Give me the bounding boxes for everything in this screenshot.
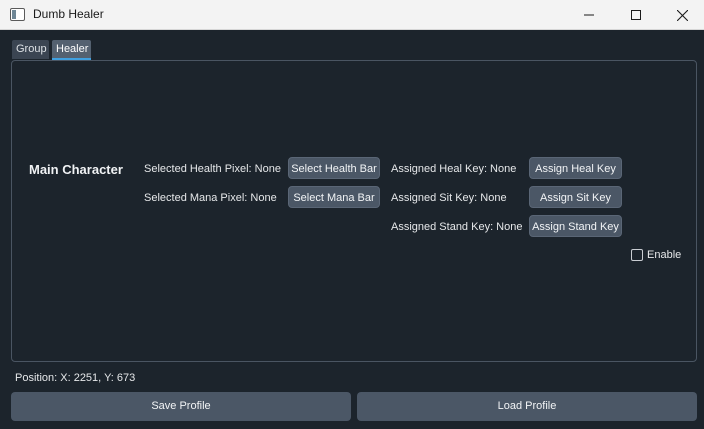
select-health-bar-button[interactable]: Select Health Bar <box>288 157 380 179</box>
title-bar: Dumb Healer <box>0 0 704 30</box>
enable-checkbox[interactable] <box>631 249 643 261</box>
assign-heal-key-button[interactable]: Assign Heal Key <box>529 157 622 179</box>
select-mana-bar-button[interactable]: Select Mana Bar <box>288 186 380 208</box>
heal-key-label: Assigned Heal Key: None <box>391 163 517 175</box>
enable-label[interactable]: Enable <box>647 249 681 261</box>
position-readout: Position: X: 2251, Y: 673 <box>15 372 136 384</box>
stand-key-label: Assigned Stand Key: None <box>391 221 523 233</box>
maximize-button[interactable] <box>613 0 659 30</box>
healer-panel <box>11 60 697 362</box>
sit-key-label: Assigned Sit Key: None <box>391 192 507 204</box>
save-profile-button[interactable]: Save Profile <box>11 392 351 421</box>
section-title: Main Character <box>29 162 123 177</box>
maximize-icon <box>631 10 641 20</box>
assign-stand-key-button[interactable]: Assign Stand Key <box>529 215 622 237</box>
health-pixel-label: Selected Health Pixel: None <box>144 163 281 175</box>
load-profile-button[interactable]: Load Profile <box>357 392 697 421</box>
app-window-icon <box>10 8 25 21</box>
close-button[interactable] <box>659 0 704 30</box>
mana-pixel-label: Selected Mana Pixel: None <box>144 192 277 204</box>
tab-healer[interactable]: Healer <box>52 40 91 60</box>
window-title: Dumb Healer <box>33 7 104 21</box>
minimize-icon <box>584 14 594 16</box>
assign-sit-key-button[interactable]: Assign Sit Key <box>529 186 622 208</box>
close-icon <box>676 9 688 21</box>
tab-group[interactable]: Group <box>12 40 49 59</box>
minimize-button[interactable] <box>566 0 612 30</box>
